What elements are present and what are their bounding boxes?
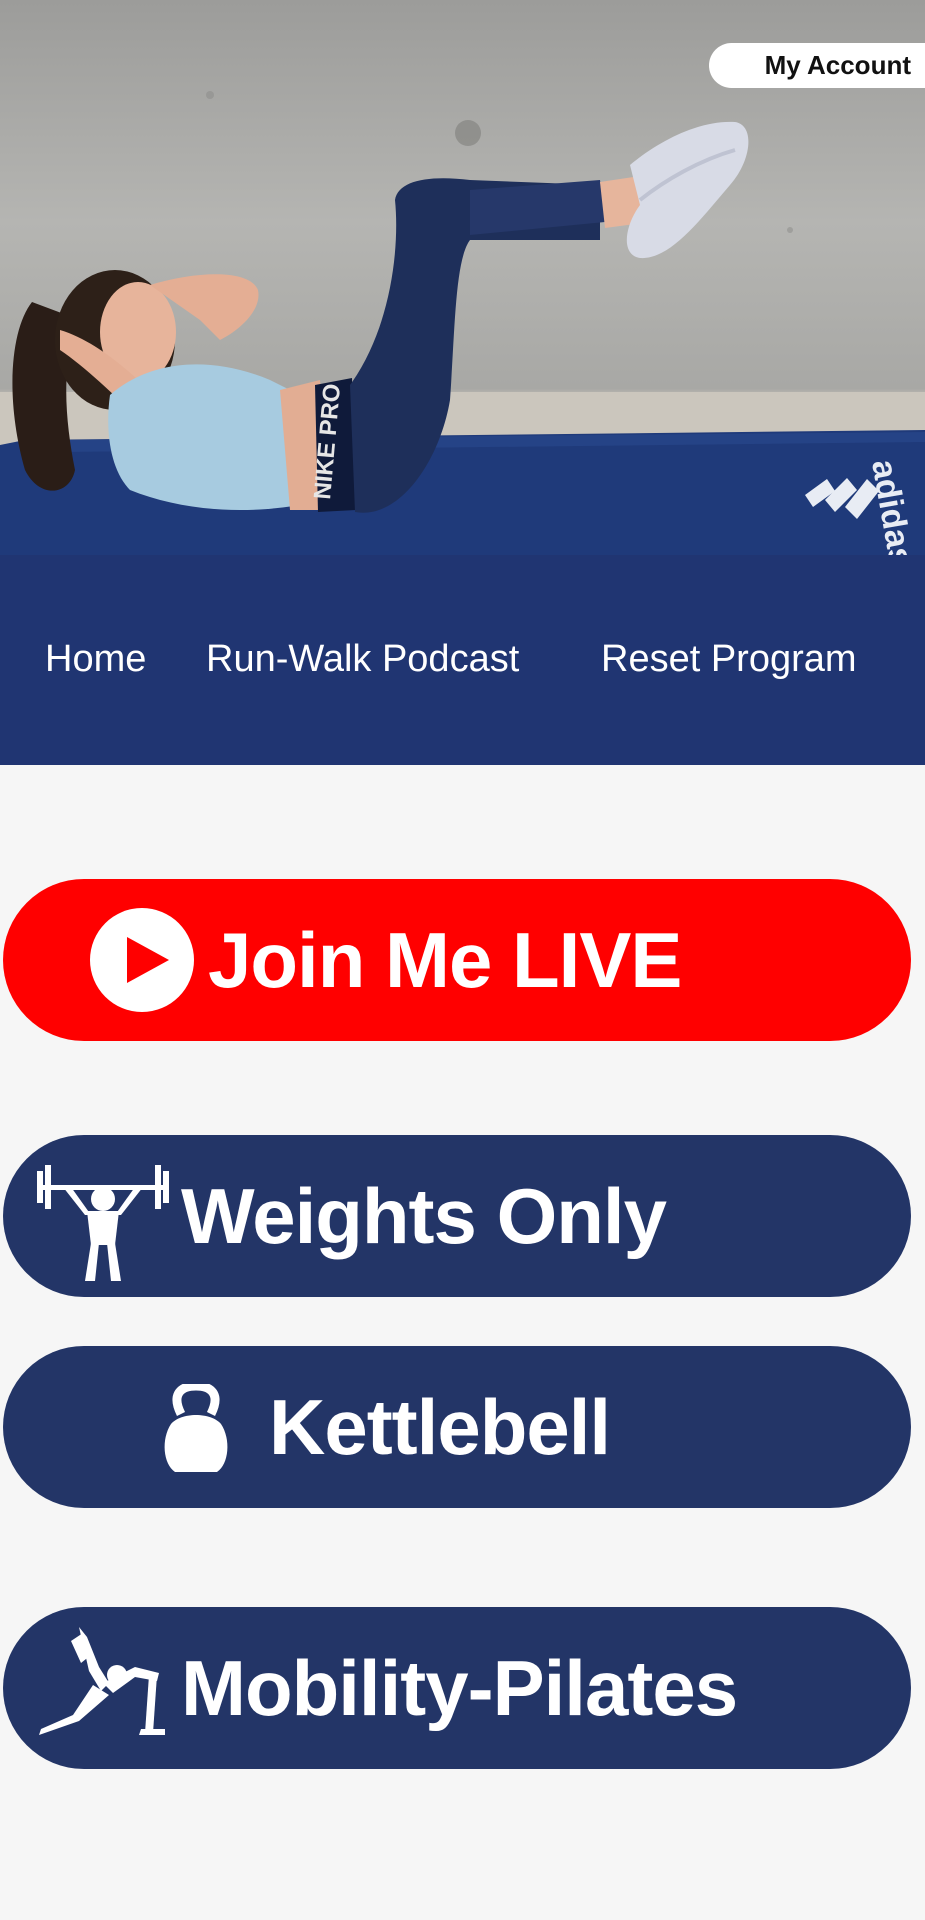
- nav-reset-program-link[interactable]: Reset Program: [601, 638, 857, 681]
- weights-only-button[interactable]: Weights Only: [3, 1135, 911, 1297]
- join-live-label: Join Me LIVE: [208, 915, 682, 1004]
- mobility-pilates-label: Mobility-Pilates: [181, 1643, 738, 1732]
- yoga-pose-icon: [39, 1627, 165, 1735]
- kettlebell-button[interactable]: Kettlebell: [3, 1346, 911, 1508]
- play-icon: [90, 908, 194, 1012]
- my-account-button[interactable]: My Account: [709, 43, 925, 88]
- nav-home-link[interactable]: Home: [45, 638, 146, 681]
- kettlebell-label: Kettlebell: [269, 1382, 611, 1471]
- main-nav: Home Run-Walk Podcast Reset Program: [0, 555, 925, 765]
- nav-podcast-link[interactable]: Run-Walk Podcast: [206, 638, 519, 681]
- weights-only-label: Weights Only: [181, 1171, 667, 1260]
- mobility-pilates-button[interactable]: Mobility-Pilates: [3, 1607, 911, 1769]
- hero-image: adidas NIKE PRO My Account: [0, 0, 925, 555]
- kettlebell-icon: [164, 1384, 228, 1472]
- join-live-button[interactable]: Join Me LIVE: [3, 879, 911, 1041]
- my-account-label: My Account: [764, 50, 911, 80]
- weightlifter-icon: [37, 1165, 169, 1281]
